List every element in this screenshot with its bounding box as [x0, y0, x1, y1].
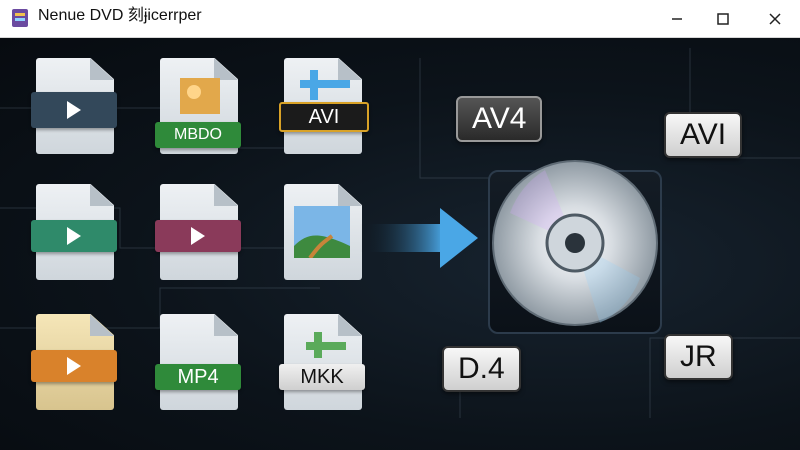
landscape-thumb-icon [294, 206, 350, 258]
mp4-banner: MP4 [155, 364, 241, 390]
video-file-icon-1[interactable] [31, 58, 117, 154]
play-icon-4 [67, 357, 81, 375]
format-badge-bottom-left: D.4 [442, 346, 521, 392]
video-banner-2 [31, 220, 117, 252]
video-file-icon-3[interactable] [155, 184, 241, 280]
window-title: Nenue DVD 刻ɉicerrper [38, 7, 202, 24]
maximize-icon [717, 13, 729, 25]
close-button[interactable] [752, 0, 798, 38]
app-window: Nenue DVD 刻ɉicerrper MBDO AVI MP4 MKK AV… [0, 0, 800, 450]
video-banner [31, 92, 117, 128]
avi-banner: AVI [279, 102, 369, 132]
avi-file-icon[interactable]: AVI [279, 58, 369, 154]
content-area: MBDO AVI MP4 MKK AV4 AVI D.4 JR [0, 38, 800, 450]
mbdo-file-icon[interactable]: MBDO [155, 58, 241, 154]
mkk-file-icon[interactable]: MKK [279, 314, 365, 410]
format-badge-top-left: AV4 [456, 96, 543, 142]
app-icon [12, 9, 28, 27]
play-icon [67, 101, 81, 119]
mkk-banner: MKK [279, 364, 365, 390]
maximize-button[interactable] [700, 0, 746, 38]
play-icon-3 [191, 227, 205, 245]
video-banner-3 [155, 220, 241, 252]
image-file-icon[interactable] [284, 184, 362, 280]
mbdo-banner: MBDO [155, 122, 241, 148]
video-file-icon-4[interactable] [31, 314, 117, 410]
avi-thumb-icon [300, 70, 350, 100]
format-badge-top-right: AVI [664, 112, 743, 158]
dvd-disc-icon [492, 160, 658, 326]
mp4-file-icon[interactable]: MP4 [155, 314, 241, 410]
close-icon [769, 13, 781, 25]
play-icon-2 [67, 227, 81, 245]
minimize-button[interactable] [654, 0, 700, 38]
video-banner-4 [31, 350, 117, 382]
convert-arrow-icon [360, 208, 478, 268]
format-badge-bottom-right: JR [664, 334, 733, 380]
image-thumb-icon [180, 78, 220, 114]
title-bar: Nenue DVD 刻ɉicerrper [0, 0, 800, 38]
video-file-icon-2[interactable] [31, 184, 117, 280]
minimize-icon [672, 18, 682, 20]
mkk-thumb-icon [306, 332, 346, 358]
